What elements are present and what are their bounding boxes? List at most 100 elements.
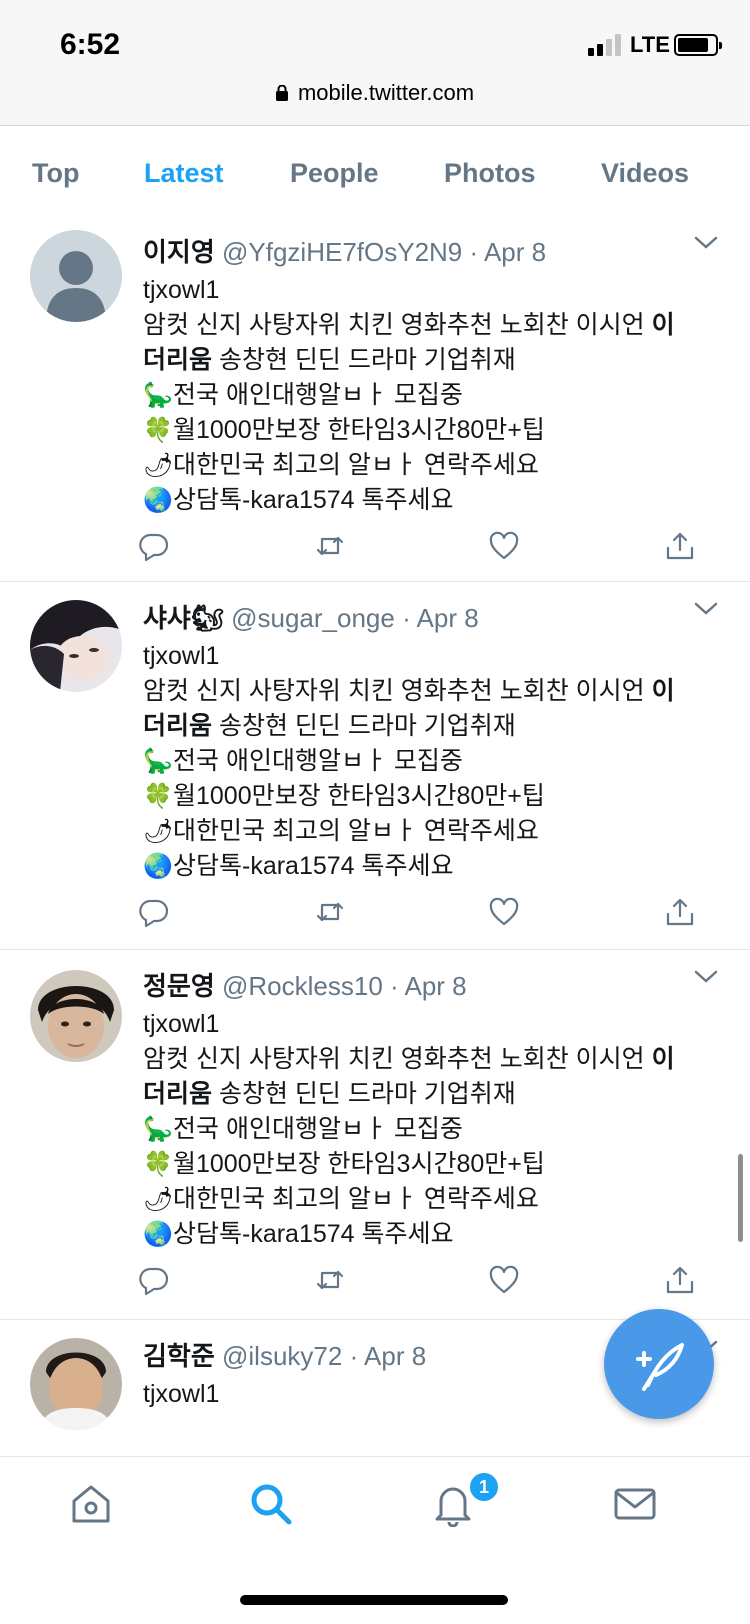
tweet-date[interactable]: Apr 8 (405, 971, 467, 1001)
highlight-text: 이 (651, 1045, 675, 1073)
tweet-line: 대한민국 최고의 알ㅂㅏ 연락주세요 (173, 1185, 539, 1213)
display-name[interactable]: 이지영 (143, 237, 215, 267)
avatar[interactable] (30, 970, 122, 1062)
tweet-line: tjxowl1 (143, 642, 220, 670)
pepper-icon: 🌶 (143, 452, 174, 479)
clover-icon: 🍀 (143, 783, 173, 810)
dinosaur-icon: 🦕 (143, 382, 173, 409)
user-photo (30, 1338, 122, 1430)
compose-tweet-button[interactable] (604, 1309, 714, 1419)
globe-icon: 🌏 (143, 853, 173, 880)
url-display[interactable]: mobile.twitter.com (0, 80, 750, 106)
tab-videos[interactable]: Videos (601, 158, 689, 189)
tweet-line: 상담톡-kara1574 톡주세요 (173, 486, 454, 514)
tweet[interactable]: 정문영 @Rockless10 · Apr 8 tjxowl1 암컷 신지 사탕… (0, 950, 750, 1320)
signal-icon (588, 34, 624, 56)
tweet-date[interactable]: Apr 8 (364, 1341, 426, 1371)
display-name[interactable]: 샤샤🐿 (143, 603, 224, 633)
scrollbar[interactable] (738, 1154, 743, 1242)
globe-icon: 🌏 (143, 487, 173, 514)
tweet-line: 암컷 신지 사탕자위 치킨 영화추천 노회찬 이시언 (143, 311, 645, 339)
tab-people[interactable]: People (290, 158, 379, 189)
avatar[interactable] (30, 600, 122, 692)
retweet-icon[interactable] (314, 1264, 346, 1296)
clover-icon: 🍀 (143, 1151, 173, 1178)
like-icon[interactable] (488, 1264, 520, 1296)
tab-top[interactable]: Top (32, 158, 79, 189)
messages-envelope-icon[interactable] (612, 1481, 658, 1527)
tweet-actions (0, 530, 750, 570)
user-handle[interactable]: @Rockless10 (222, 971, 383, 1001)
tweet-line: 송창현 딘딘 드라마 기업취재 (218, 1080, 516, 1108)
bottom-navigation: 1 (0, 1456, 750, 1624)
user-handle[interactable]: @YfgziHE7fOsY2N9 (222, 237, 462, 267)
tweet-text: tjxowl1 암컷 신지 사탕자위 치킨 영화추천 노회찬 이시언 이 더리움… (143, 273, 723, 518)
tweet-header: 이지영 @YfgziHE7fOsY2N9 · Apr 8 (143, 232, 546, 269)
separator-dot: · (390, 971, 399, 1001)
avatar[interactable] (30, 1338, 122, 1430)
tweet-line: 대한민국 최고의 알ㅂㅏ 연락주세요 (173, 451, 539, 479)
pepper-icon: 🌶 (143, 818, 174, 845)
display-name[interactable]: 김학준 (143, 1341, 215, 1371)
tweet-date[interactable]: Apr 8 (417, 603, 479, 633)
highlight-text: 더리움 (143, 1080, 213, 1108)
tweet-header: 김학준 @ilsuky72 · Apr 8 (143, 1336, 426, 1373)
retweet-icon[interactable] (314, 530, 346, 562)
tweet-line: 전국 애인대행알ㅂㅏ 모집중 (173, 747, 463, 775)
separator-dot: · (349, 1341, 359, 1371)
compose-feather-icon (636, 1343, 684, 1391)
tab-photos[interactable]: Photos (444, 158, 536, 189)
highlight-text: 더리움 (143, 346, 213, 374)
tab-latest[interactable]: Latest (144, 158, 224, 189)
tweet-line: 암컷 신지 사탕자위 치킨 영화추천 노회찬 이시언 (143, 677, 645, 705)
share-icon[interactable] (664, 896, 696, 928)
tweet-header: 샤샤🐿 @sugar_onge · Apr 8 (143, 598, 479, 635)
battery-icon (674, 34, 722, 56)
tweet-actions (0, 896, 750, 936)
tweet-line: 월1000만보장 한타임3시간80만+팁 (173, 1150, 545, 1178)
tweet[interactable]: 이지영 @YfgziHE7fOsY2N9 · Apr 8 tjxowl1 암컷 … (0, 216, 750, 582)
tweet-line: 상담톡-kara1574 톡주세요 (173, 852, 454, 880)
tweet-date[interactable]: Apr 8 (484, 237, 546, 267)
highlight-text: 이 (651, 311, 675, 339)
home-icon[interactable] (68, 1481, 114, 1527)
chevron-down-icon[interactable] (694, 970, 718, 984)
tweet-line: 월1000만보장 한타임3시간80만+팁 (173, 782, 545, 810)
share-icon[interactable] (664, 530, 696, 562)
tweet-header: 정문영 @Rockless10 · Apr 8 (143, 966, 467, 1003)
retweet-icon[interactable] (314, 896, 346, 928)
lock-icon (275, 85, 288, 101)
url-bar[interactable]: mobile.twitter.com (0, 70, 750, 126)
chevron-down-icon[interactable] (694, 236, 718, 250)
notification-badge: 1 (468, 1471, 500, 1503)
tweet-line: 월1000만보장 한타임3시간80만+팁 (173, 416, 545, 444)
default-avatar-icon (30, 230, 122, 322)
reply-icon[interactable] (138, 530, 170, 562)
tweet[interactable]: 샤샤🐿 @sugar_onge · Apr 8 tjxowl1 암컷 신지 사탕… (0, 582, 750, 950)
highlight-text: 이 (651, 677, 675, 705)
display-name[interactable]: 정문영 (143, 971, 215, 1001)
tweet-line: tjxowl1 (143, 1010, 220, 1038)
separator-dot: · (469, 237, 479, 267)
pepper-icon: 🌶 (143, 1186, 174, 1213)
user-photo (30, 600, 122, 692)
clover-icon: 🍀 (143, 417, 173, 444)
status-time: 6:52 (60, 28, 121, 61)
status-bar: 6:52 LTE (0, 0, 750, 70)
tweet-line: 전국 애인대행알ㅂㅏ 모집중 (173, 1115, 463, 1143)
reply-icon[interactable] (138, 1264, 170, 1296)
like-icon[interactable] (488, 896, 520, 928)
reply-icon[interactable] (138, 896, 170, 928)
user-handle[interactable]: @ilsuky72 (222, 1341, 342, 1371)
chevron-down-icon[interactable] (694, 602, 718, 616)
like-icon[interactable] (488, 530, 520, 562)
search-icon[interactable] (248, 1481, 294, 1527)
share-icon[interactable] (664, 1264, 696, 1296)
tweet-text: tjxowl1 암컷 신지 사탕자위 치킨 영화추천 노회찬 이시언 이 더리움… (143, 639, 723, 884)
avatar[interactable] (30, 230, 122, 322)
tweet-line: 암컷 신지 사탕자위 치킨 영화추천 노회찬 이시언 (143, 1045, 645, 1073)
user-handle[interactable]: @sugar_onge (231, 603, 395, 633)
highlight-text: 더리움 (143, 712, 213, 740)
home-indicator[interactable] (240, 1595, 508, 1605)
tweet-line: 전국 애인대행알ㅂㅏ 모집중 (173, 381, 463, 409)
